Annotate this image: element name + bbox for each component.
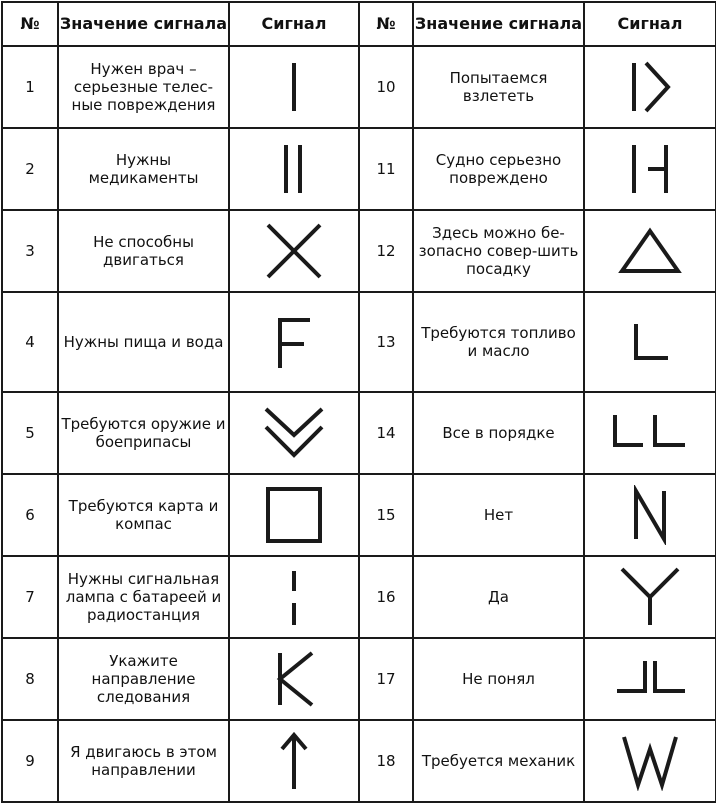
double-bar-icon <box>284 145 302 193</box>
single-bar-icon <box>292 63 296 111</box>
signal-meaning: Требуются оружие и боеприпасы <box>57 391 230 475</box>
row-number: 12 <box>358 209 414 293</box>
square-icon <box>266 487 322 543</box>
row-number: 11 <box>358 127 414 211</box>
dashed-bar-icon <box>292 571 296 625</box>
signal-meaning: Требуются топливо и масло <box>412 291 585 393</box>
signal-meaning: Укажите направление следования <box>57 637 230 721</box>
double-chevron-down-icon <box>264 407 324 458</box>
signal-meaning: Требуются карта и компас <box>57 473 230 557</box>
row-number: 8 <box>1 637 59 721</box>
header-meaning-left: Значение сигнала <box>57 1 230 47</box>
y-shape-icon <box>620 567 680 625</box>
signal-meaning: Нужны медикаменты <box>57 127 230 211</box>
table-row: 3 Не способны двигаться 12 Здесь можно б… <box>1 209 716 293</box>
row-number: 1 <box>1 45 59 129</box>
bar-chevron-right-icon <box>632 61 671 113</box>
signal-meaning: Все в порядке <box>412 391 585 475</box>
k-shape-icon <box>276 651 314 707</box>
row-number: 17 <box>358 637 414 721</box>
signal-meaning: Не способны двигаться <box>57 209 230 293</box>
row-number: 5 <box>1 391 59 475</box>
header-num-left: № <box>1 1 59 47</box>
row-number: 16 <box>358 555 414 639</box>
arrow-up-icon <box>280 731 308 789</box>
jl-shape-icon <box>617 661 685 693</box>
header-signal-left: Сигнал <box>228 1 360 47</box>
row-number: 7 <box>1 555 59 639</box>
signal-meaning: Попытаемся взлететь <box>412 45 585 129</box>
header-meaning-right: Значение сигнала <box>412 1 585 47</box>
row-number: 9 <box>1 719 59 803</box>
table-row: 7 Нужны сигнальная лампа с батареей и ра… <box>1 555 716 639</box>
row-number: 3 <box>1 209 59 293</box>
signal-meaning: Нет <box>412 473 585 557</box>
signal-meaning: Нужны сигнальная лампа с батареей и ради… <box>57 555 230 639</box>
signal-meaning: Да <box>412 555 585 639</box>
row-number: 18 <box>358 719 414 803</box>
row-number: 13 <box>358 291 414 393</box>
table-row: 4 Нужны пища и вода 13 Требуются топливо… <box>1 291 716 393</box>
table-row: 2 Нужны медикаменты 11 Судно серьезно по… <box>1 127 716 211</box>
header-row: № Значение сигнала Сигнал № Значение сиг… <box>1 1 716 47</box>
w-shape-icon <box>622 736 678 791</box>
signal-meaning: Не понял <box>412 637 585 721</box>
signal-meaning: Судно серьезно повреждено <box>412 127 585 211</box>
row-number: 4 <box>1 291 59 393</box>
table-row: 8 Укажите направление следования 17 Не п… <box>1 637 716 721</box>
table-row: 5 Требуются оружие и боеприпасы 14 Все в… <box>1 391 716 475</box>
f-shape-icon <box>278 318 310 368</box>
signal-meaning: Здесь можно бе-зопасно совер-шить посадк… <box>412 209 585 293</box>
header-num-right: № <box>358 1 414 47</box>
header-signal-right: Сигнал <box>583 1 716 47</box>
l-shape-icon <box>634 324 668 360</box>
ground-air-signal-table: № Значение сигнала Сигнал № Значение сиг… <box>1 1 716 803</box>
row-number: 6 <box>1 473 59 557</box>
signal-meaning: Нужны пища и вода <box>57 291 230 393</box>
row-number: 15 <box>358 473 414 557</box>
table-row: 6 Требуются карта и компас 15 Нет <box>1 473 716 557</box>
triangle-icon <box>618 227 682 273</box>
signal-meaning: Требуется механик <box>412 719 585 803</box>
bar-half-h-icon <box>632 145 668 193</box>
row-number: 2 <box>1 127 59 211</box>
x-cross-icon <box>266 223 322 279</box>
table-row: 9 Я двигаюсь в этом направлении 18 Требу… <box>1 719 716 803</box>
signal-meaning: Я двигаюсь в этом направлении <box>57 719 230 803</box>
signal-meaning: Нужен врач – серьезные телес-ные поврежд… <box>57 45 230 129</box>
row-number: 14 <box>358 391 414 475</box>
row-number: 10 <box>358 45 414 129</box>
double-l-icon <box>613 415 685 447</box>
n-shape-icon <box>634 485 666 545</box>
table-row: 1 Нужен врач – серьезные телес-ные повре… <box>1 45 716 129</box>
